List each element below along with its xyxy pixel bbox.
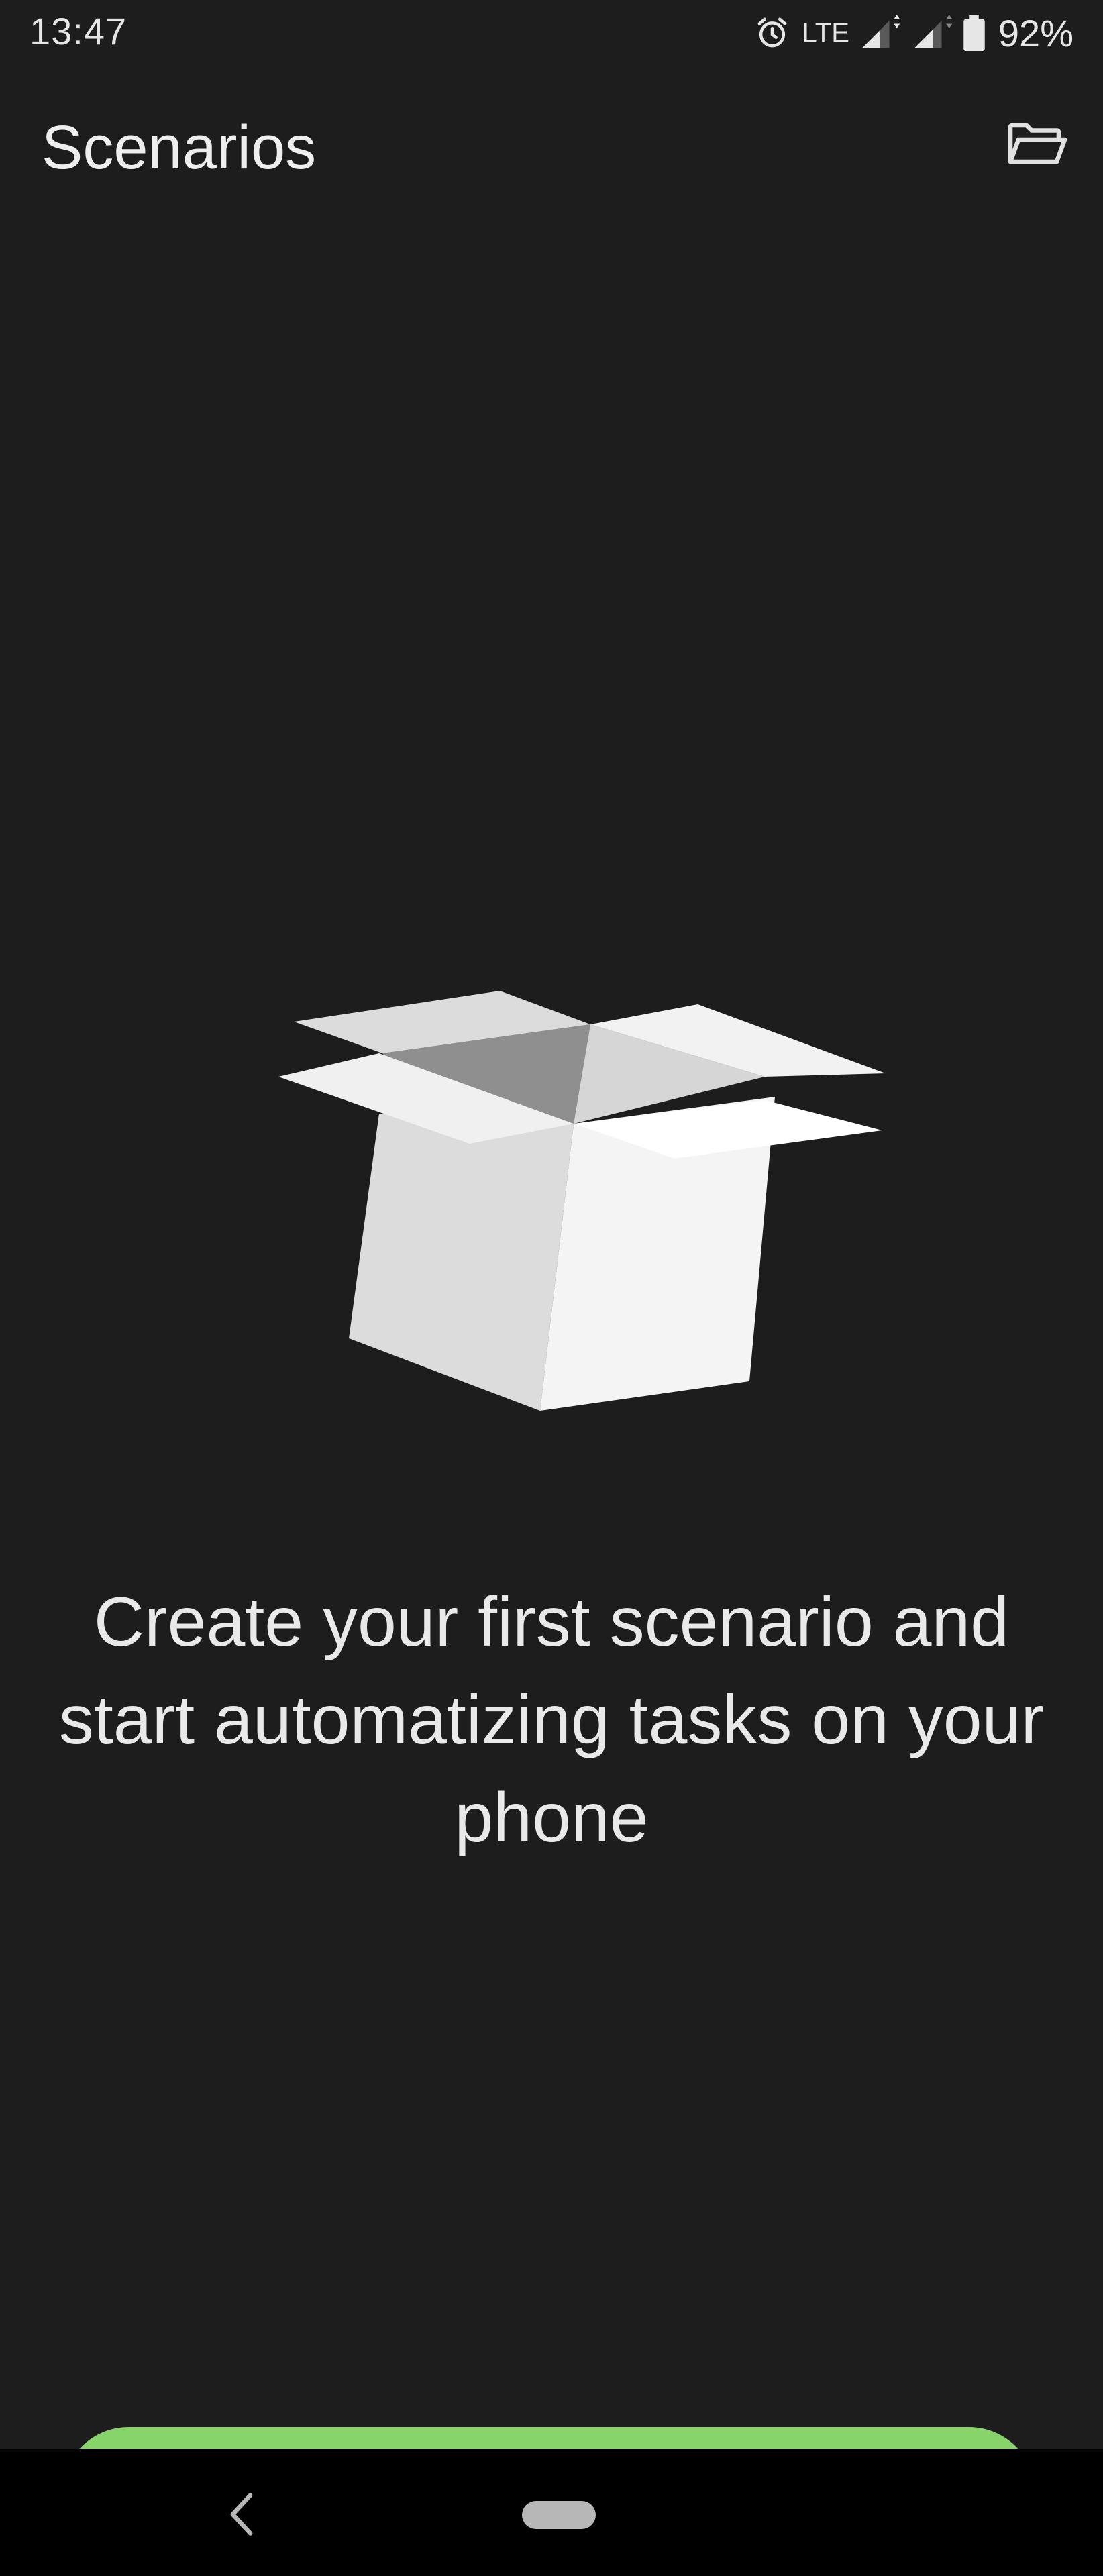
- app-bar: Scenarios: [0, 87, 1103, 215]
- screen: 13:47 LTE 92% Scenarios Create your firs…: [0, 0, 1103, 2576]
- status-bar: 13:47 LTE 92%: [0, 0, 1103, 64]
- back-button[interactable]: [215, 2482, 268, 2549]
- folder-open-icon: [1006, 119, 1067, 171]
- battery-icon: [963, 15, 985, 51]
- status-icons: LTE 92%: [754, 9, 1073, 56]
- back-icon: [227, 2491, 256, 2541]
- network-type: LTE: [802, 17, 849, 48]
- home-pill[interactable]: [522, 2501, 596, 2529]
- open-box-icon: [268, 976, 899, 1432]
- empty-state-message: Create your first scenario and start aut…: [58, 1583, 1045, 1857]
- open-folder-button[interactable]: [1000, 111, 1073, 178]
- signal-icon: [859, 15, 902, 51]
- status-time: 13:47: [30, 10, 127, 52]
- alarm-icon: [754, 15, 790, 51]
- signal-icon: [911, 15, 954, 51]
- page-title: Scenarios: [42, 113, 317, 182]
- navigation-bar: [0, 2449, 1103, 2576]
- battery-level: 92%: [998, 11, 1073, 54]
